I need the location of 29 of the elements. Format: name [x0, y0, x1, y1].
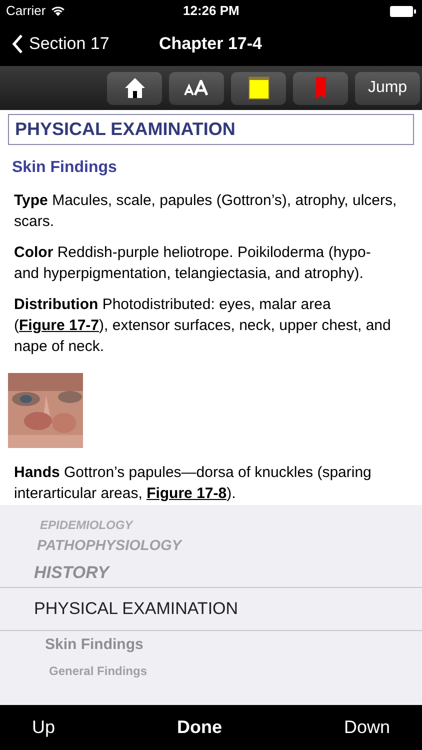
note-button[interactable] [231, 72, 286, 104]
done-button[interactable]: Done [176, 714, 222, 741]
back-button[interactable]: Section 17 [0, 31, 110, 57]
paragraph: Hands Gottron’s papules—dorsa of knuckles (sparing interarticular areas, Figure 17-8). [14, 463, 372, 504]
figure-link[interactable]: Figure 17-7 [19, 317, 100, 334]
subsection-heading: Skin Findings [12, 158, 118, 178]
figure-link[interactable]: Figure 17-8 [146, 485, 227, 502]
section-picker[interactable]: EPIDEMIOLOGY PATHOPHYSIOLOGY HISTORY PHYSICAL EXAMINATION Skin Findings General Findings [0, 505, 422, 705]
down-button[interactable]: Down [344, 714, 390, 741]
up-button[interactable]: Up [32, 714, 56, 741]
battery-icon [390, 6, 416, 16]
paragraph: Distribution Photodistributed: eyes, malar area (Figure 17-7), extensor surfaces, neck, upper chest, and nape of neck. [14, 295, 392, 357]
nav-title: Chapter 17-4 [159, 33, 262, 56]
section-heading: PHYSICAL EXAMINATION [8, 114, 414, 145]
note-icon [248, 76, 270, 100]
text-size-button[interactable] [169, 72, 224, 104]
paragraph: Color Reddish-purple heliotrope. Poikiloderma (hypo- and hyperpigmentation, telangiectasia, and atrophy). [14, 243, 372, 284]
jump-button[interactable]: Jump [355, 72, 420, 104]
home-button[interactable] [107, 72, 162, 104]
paragraph: Type Macules, scale, papules (Gottron’s), atrophy, ulcers, scars. [14, 191, 398, 232]
bookmark-icon [316, 77, 326, 99]
status-time: 12:26 PM [183, 2, 240, 20]
house-icon [124, 77, 146, 99]
back-chevron-icon [12, 34, 23, 54]
wifi-icon [50, 6, 65, 16]
picker-option[interactable]: PHYSICAL EXAMINATION [34, 596, 238, 622]
bookmark-button[interactable] [293, 72, 348, 104]
font-size-icon [184, 80, 210, 96]
carrier-label: Carrier [6, 2, 46, 20]
